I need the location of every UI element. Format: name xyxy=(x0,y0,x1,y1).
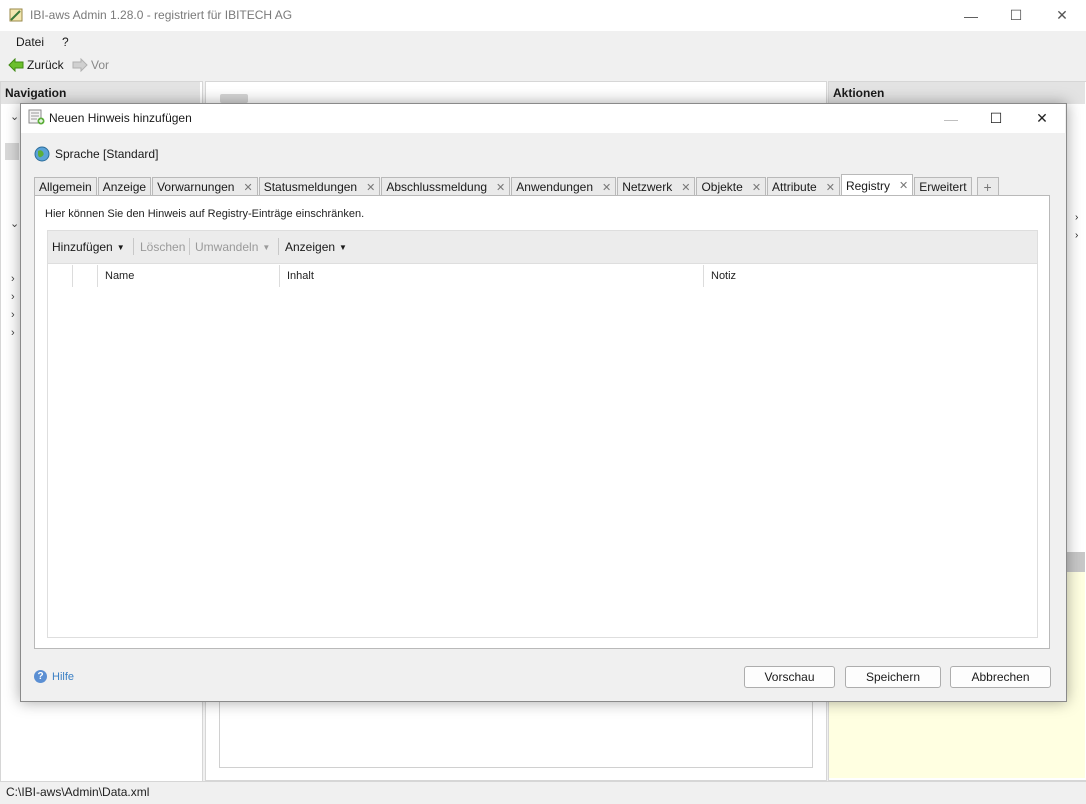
add-dropdown-button[interactable]: Hinzufügen ▼ xyxy=(52,240,125,254)
column-separator[interactable] xyxy=(703,265,704,287)
close-icon[interactable]: ✕ xyxy=(366,181,375,194)
tab-objekte[interactable]: Objekte ✕ xyxy=(696,177,767,196)
help-label: Hilfe xyxy=(52,670,75,683)
language-label: Sprache [Standard] xyxy=(55,147,159,161)
forward-button[interactable]: Vor xyxy=(72,58,109,72)
navigation-header: Navigation xyxy=(1,82,200,104)
tab-allgemein[interactable]: Allgemein xyxy=(34,177,97,196)
back-button[interactable]: Zurück xyxy=(8,58,64,72)
column-header-inhalt[interactable]: Inhalt xyxy=(287,270,314,282)
actions-chevron-icon[interactable]: › xyxy=(1075,212,1078,223)
tab-label: Objekte xyxy=(701,180,743,194)
chevron-right-icon[interactable]: › xyxy=(11,327,15,339)
help-link[interactable]: ? Hilfe xyxy=(34,670,74,683)
column-separator[interactable] xyxy=(72,265,73,287)
tab-label: Erweitert xyxy=(919,180,967,194)
arrow-right-icon xyxy=(72,58,88,72)
language-selector[interactable]: Sprache [Standard] xyxy=(34,146,158,162)
menubar xyxy=(0,31,1086,55)
dropdown-arrow-icon: ▼ xyxy=(339,242,347,252)
document-add-icon xyxy=(28,109,45,125)
back-label: Zurück xyxy=(27,58,64,72)
dialog-minimize-button[interactable]: — xyxy=(928,104,974,133)
window-title: IBI-aws Admin 1.28.0 - registriert für I… xyxy=(30,8,293,22)
toolbar-separator xyxy=(278,238,279,255)
maximize-button[interactable]: ☐ xyxy=(993,0,1039,31)
tab-attribute[interactable]: Attribute ✕ xyxy=(767,177,840,196)
convert-dropdown-button[interactable]: Umwandeln ▼ xyxy=(195,240,270,254)
close-icon[interactable]: ✕ xyxy=(602,181,611,194)
chevron-down-icon[interactable]: ⌄ xyxy=(10,217,19,230)
toolbar-separator xyxy=(189,238,190,255)
status-path: C:\IBI-aws\Admin\Data.xml xyxy=(6,785,150,799)
close-icon[interactable]: ✕ xyxy=(826,181,835,194)
close-icon[interactable]: ✕ xyxy=(496,181,505,194)
arrow-left-icon xyxy=(8,58,24,72)
toolbar-separator xyxy=(133,238,134,255)
tab-label: Registry xyxy=(845,178,890,193)
app-icon xyxy=(9,8,23,22)
registry-grid[interactable] xyxy=(47,264,1038,638)
tab-label: Abschlussmeldung xyxy=(386,180,488,194)
tab-label: Netzwerk xyxy=(622,180,673,194)
tab-statusmeldungen[interactable]: Statusmeldungen ✕ xyxy=(258,177,381,196)
column-header-notiz[interactable]: Notiz xyxy=(711,270,736,282)
center-panel-icon xyxy=(220,94,248,103)
tab-label: Vorwarnungen xyxy=(157,180,235,194)
tab-anwendungen[interactable]: Anwendungen ✕ xyxy=(511,177,617,196)
chevron-right-icon[interactable]: › xyxy=(11,273,15,285)
close-icon[interactable]: ✕ xyxy=(752,181,761,194)
show-dropdown-button[interactable]: Anzeigen ▼ xyxy=(285,240,347,254)
globe-icon xyxy=(34,146,50,162)
menu-help[interactable]: ? xyxy=(62,35,69,49)
tab-label: Anwendungen xyxy=(516,180,593,194)
tab-registry[interactable]: Registry ✕ xyxy=(840,174,914,196)
chevron-right-icon[interactable]: › xyxy=(11,291,15,303)
dialog-title: Neuen Hinweis hinzufügen xyxy=(49,111,192,125)
statusbar xyxy=(0,781,1086,804)
close-icon[interactable]: ✕ xyxy=(681,181,690,194)
cancel-button[interactable]: Abbrechen xyxy=(950,666,1051,688)
add-tab-button[interactable]: + xyxy=(976,177,999,196)
tab-label: Attribute xyxy=(772,180,817,194)
column-separator[interactable] xyxy=(97,265,98,287)
registry-hint-text: Hier können Sie den Hinweis auf Registry… xyxy=(45,208,365,220)
tab-label: Anzeige xyxy=(102,180,147,194)
tree-selection xyxy=(5,143,19,160)
delete-button[interactable]: Löschen xyxy=(140,240,185,254)
center-detail-box xyxy=(219,700,813,768)
minimize-button[interactable]: — xyxy=(948,0,994,31)
dropdown-arrow-icon: ▼ xyxy=(116,242,125,252)
show-label: Anzeigen xyxy=(285,240,336,254)
actions-scroll-handle[interactable] xyxy=(1066,552,1085,572)
menu-datei[interactable]: Datei xyxy=(16,35,44,49)
close-icon[interactable]: ✕ xyxy=(899,179,908,192)
actions-chevron-icon[interactable]: › xyxy=(1075,230,1078,241)
tab-netzwerk[interactable]: Netzwerk ✕ xyxy=(617,177,696,196)
column-separator[interactable] xyxy=(279,265,280,287)
forward-label: Vor xyxy=(91,58,110,72)
add-label: Hinzufügen xyxy=(52,240,113,254)
save-button[interactable]: Speichern xyxy=(845,666,941,688)
chevron-down-icon[interactable]: ⌄ xyxy=(10,110,19,123)
tab-abschlussmeldung[interactable]: Abschlussmeldung ✕ xyxy=(381,177,511,196)
dropdown-arrow-icon: ▼ xyxy=(262,242,271,252)
convert-label: Umwandeln xyxy=(195,240,259,254)
dialog-close-button[interactable]: ✕ xyxy=(1019,104,1065,133)
chevron-right-icon[interactable]: › xyxy=(11,309,15,321)
preview-button[interactable]: Vorschau xyxy=(744,666,835,688)
tab-strip: Allgemein Anzeige Vorwarnungen ✕ Statusme… xyxy=(34,174,1000,196)
tab-erweitert[interactable]: Erweitert xyxy=(914,177,972,196)
tab-anzeige[interactable]: Anzeige xyxy=(97,177,152,196)
close-button[interactable]: ✕ xyxy=(1039,0,1085,31)
tab-vorwarnungen[interactable]: Vorwarnungen ✕ xyxy=(152,177,258,196)
tab-label: Statusmeldungen xyxy=(263,180,358,194)
column-header-name[interactable]: Name xyxy=(105,270,134,282)
help-icon: ? xyxy=(34,670,47,683)
dialog-maximize-button[interactable]: ☐ xyxy=(973,104,1019,133)
actions-header: Aktionen xyxy=(829,82,1085,104)
tab-label: Allgemein xyxy=(39,180,92,194)
close-icon[interactable]: ✕ xyxy=(243,181,252,194)
